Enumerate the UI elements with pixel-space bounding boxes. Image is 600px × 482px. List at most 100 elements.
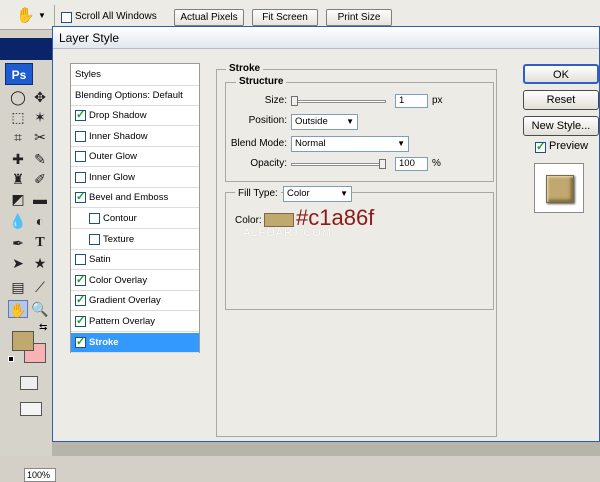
effect-checkbox[interactable] (75, 151, 86, 163)
effect-texture[interactable]: Texture (71, 230, 199, 250)
chevron-down-icon: ▼ (340, 189, 348, 198)
layer-style-dialog: Layer Style Styles Blending Options: Def… (52, 26, 600, 442)
position-select[interactable]: Outside ▼ (291, 114, 358, 130)
stamp-icon[interactable]: ♜ (8, 170, 28, 188)
healing-brush-icon[interactable]: ✚ (8, 150, 28, 168)
size-input[interactable]: 1 (395, 94, 428, 108)
hand-icon[interactable]: ✋ (8, 300, 28, 318)
blend-mode-select[interactable]: Normal ▼ (291, 136, 409, 152)
effect-checkbox[interactable] (75, 293, 86, 307)
zoom-icon[interactable]: 🔍 (30, 300, 50, 318)
ok-button[interactable]: OK (523, 64, 599, 84)
size-slider-handle[interactable] (291, 96, 298, 106)
quick-mask-icon[interactable] (20, 376, 38, 390)
blend-mode-label: Blend Mode: (230, 138, 287, 149)
effect-checkbox[interactable] (75, 108, 86, 122)
effect-drop-shadow[interactable]: Drop Shadow (71, 106, 199, 126)
effect-satin[interactable]: Satin (71, 250, 199, 271)
effect-label: Stroke (89, 336, 119, 348)
effect-stroke[interactable]: Stroke (71, 332, 199, 353)
effect-contour[interactable]: Contour (71, 209, 199, 229)
shape-icon[interactable]: ★ (30, 254, 50, 272)
move-icon[interactable]: ✥ (30, 88, 50, 106)
effect-label: Inner Glow (89, 171, 135, 183)
opacity-label: Opacity: (250, 158, 287, 169)
effect-checkbox[interactable] (75, 335, 86, 349)
effect-checkbox[interactable] (89, 233, 100, 245)
watermark: ALFOART.COM (243, 227, 333, 239)
structure-title: Structure (236, 76, 287, 88)
brush-icon[interactable]: ✎ (30, 150, 50, 168)
effect-bevel-and-emboss[interactable]: Bevel and Emboss (71, 188, 199, 209)
zoom-level-field[interactable]: 100% (24, 468, 56, 482)
effect-inner-glow[interactable]: Inner Glow (71, 168, 199, 188)
new-style-button[interactable]: New Style... (523, 116, 599, 136)
blend-mode-value: Normal (295, 138, 326, 149)
history-brush-icon[interactable]: ✐ (30, 170, 50, 188)
effect-checkbox[interactable] (75, 190, 86, 204)
opacity-slider-handle[interactable] (379, 159, 386, 169)
blur-icon[interactable]: 💧 (8, 212, 28, 230)
effect-checkbox[interactable] (75, 254, 86, 266)
effect-gradient-overlay[interactable]: Gradient Overlay (71, 291, 199, 312)
pen-icon[interactable]: ✒ (8, 234, 28, 252)
effect-checkbox[interactable] (75, 171, 86, 183)
effect-pattern-overlay[interactable]: Pattern Overlay (71, 312, 199, 332)
reset-button[interactable]: Reset (523, 90, 599, 110)
lasso-icon[interactable]: ◯ (8, 88, 28, 106)
hand-tool-icon[interactable]: ✋ (16, 6, 35, 24)
effect-label: Drop Shadow (89, 110, 147, 121)
position-value: Outside (295, 116, 328, 127)
fit-screen-button[interactable]: Fit Screen (252, 9, 318, 26)
effect-inner-shadow[interactable]: Inner Shadow (71, 127, 199, 147)
effect-checkbox[interactable] (75, 273, 86, 287)
size-slider[interactable] (291, 100, 386, 103)
chevron-down-icon[interactable]: ▼ (38, 11, 46, 20)
eraser-icon[interactable]: ◩ (8, 190, 28, 208)
notes-icon[interactable]: ▤ (8, 278, 28, 296)
effect-checkbox[interactable] (75, 130, 86, 142)
eyedropper-icon[interactable]: ⟋ (30, 278, 50, 296)
print-size-button[interactable]: Print Size (326, 9, 392, 26)
opacity-input[interactable]: 100 (395, 157, 428, 171)
opacity-slider[interactable] (291, 163, 386, 166)
style-preview-thumbnail (534, 163, 584, 213)
effect-label: Texture (103, 233, 135, 245)
effect-label: Bevel and Emboss (89, 192, 169, 204)
styles-list: Styles Blending Options: Default Drop Sh… (70, 63, 200, 353)
swap-colors-icon[interactable]: ⇆ (39, 322, 47, 333)
effect-checkbox[interactable] (89, 213, 100, 224)
actual-pixels-button[interactable]: Actual Pixels (174, 9, 244, 26)
tools-title-bar[interactable] (0, 38, 55, 60)
path-selection-icon[interactable]: ➤ (8, 254, 28, 272)
scroll-all-windows-label: Scroll All Windows (75, 11, 157, 22)
foreground-color-swatch[interactable] (12, 331, 34, 351)
opacity-unit: % (432, 158, 441, 169)
gradient-icon[interactable]: ▬ (30, 190, 50, 208)
scroll-all-windows-checkbox[interactable] (61, 12, 72, 23)
type-icon[interactable]: T (30, 234, 50, 252)
screen-mode-icon[interactable] (20, 402, 42, 416)
effect-checkbox[interactable] (75, 314, 86, 328)
preview-checkbox[interactable] (535, 140, 546, 154)
color-label: Color: (235, 215, 262, 226)
slice-icon[interactable]: ✂ (30, 128, 50, 146)
default-colors-icon[interactable] (8, 356, 14, 362)
magic-wand-icon[interactable]: ✶ (30, 108, 50, 126)
stroke-color-swatch[interactable] (264, 213, 294, 227)
tools-panel: Ps ◯ ✥ ⬚ ✶ ⌗ ✂ ✚ ✎ ♜ ✐ ◩ ▬ 💧 ◐ ✒ T ➤ ★ ▤… (0, 38, 56, 482)
effect-label: Color Overlay (89, 274, 148, 286)
styles-header[interactable]: Styles (71, 64, 199, 86)
dodge-icon[interactable]: ◐ (30, 212, 50, 230)
crop-icon[interactable]: ⌗ (8, 128, 28, 146)
chevron-down-icon: ▼ (346, 117, 354, 126)
blending-options-item[interactable]: Blending Options: Default (71, 86, 199, 106)
effect-color-overlay[interactable]: Color Overlay (71, 271, 199, 291)
photoshop-logo: Ps (5, 63, 33, 85)
position-label: Position: (248, 115, 287, 126)
preview-label: Preview (549, 140, 589, 152)
effect-outer-glow[interactable]: Outer Glow (71, 147, 199, 168)
marquee-icon[interactable]: ⬚ (8, 108, 28, 126)
preview-swatch (546, 175, 574, 203)
fill-type-select[interactable]: Color ▼ (283, 186, 352, 202)
